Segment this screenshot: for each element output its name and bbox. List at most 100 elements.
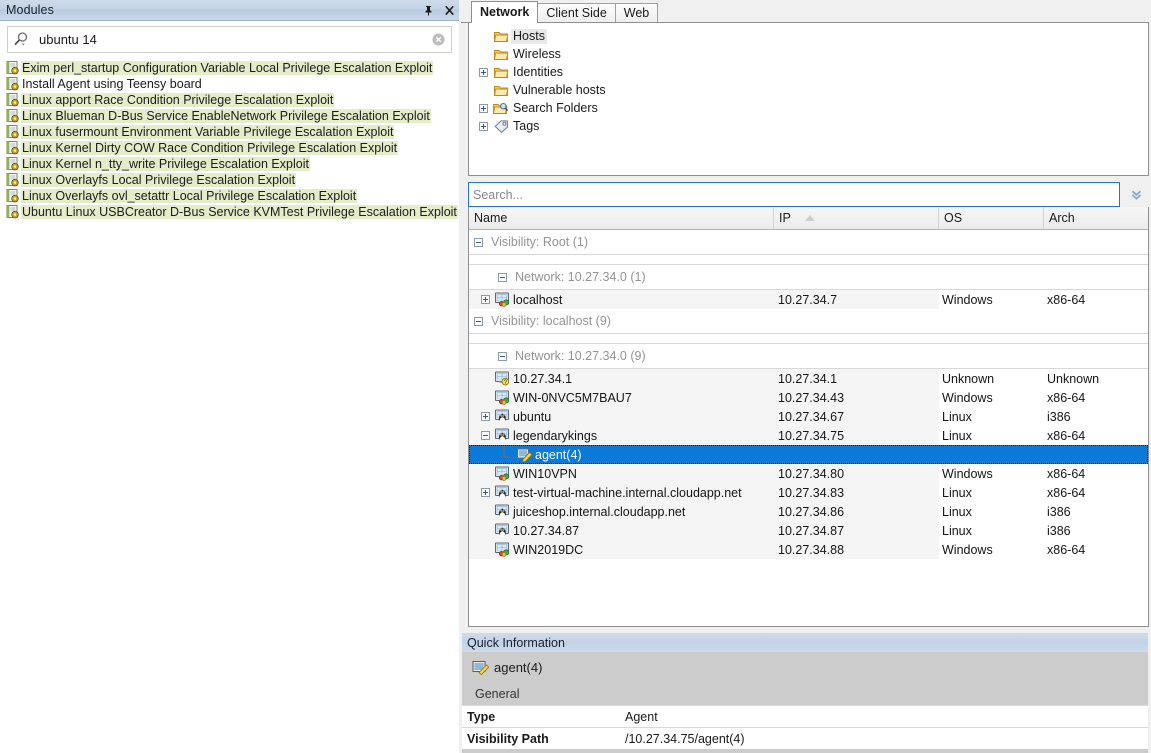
expand-icon[interactable] xyxy=(480,488,490,497)
agent-icon xyxy=(472,660,494,675)
module-list-item[interactable]: Exim perl_startup Configuration Variable… xyxy=(4,60,455,76)
tab-network[interactable]: Network xyxy=(471,1,539,23)
row-expander[interactable] xyxy=(477,295,493,304)
row-expander[interactable] xyxy=(477,488,493,497)
table-row[interactable]: agent(4) xyxy=(469,445,1148,464)
table-row[interactable]: WIN10VPN 10.27.34.80 Windows x86-64 xyxy=(469,464,1148,483)
tabstrip-filler xyxy=(657,1,1149,23)
tree-expander xyxy=(475,27,491,45)
cell-ip: 10.27.34.80 xyxy=(774,464,939,483)
tree-expander[interactable] xyxy=(475,117,491,135)
quick-information-section-label: General xyxy=(475,686,520,701)
table-row[interactable]: juiceshop.internal.cloudapp.net 10.27.34.… xyxy=(469,502,1148,521)
table-group-header[interactable]: Visibility: Root (1) xyxy=(469,230,1148,255)
tree-item-tags[interactable]: Tags xyxy=(469,117,1148,135)
module-icon xyxy=(4,140,21,156)
group-spacer xyxy=(469,334,1148,344)
module-search-input[interactable]: ubuntu 14 xyxy=(34,28,425,51)
linux-host-icon xyxy=(493,523,513,538)
modules-panel: Modules ubuntu 14 Exim perl_startup Conf… xyxy=(0,0,459,753)
row-expander[interactable] xyxy=(477,431,493,440)
column-header-os[interactable]: OS xyxy=(939,207,1044,229)
modules-panel-title: Modules xyxy=(6,3,54,17)
cell-os: Linux xyxy=(939,426,1044,445)
tab-web[interactable]: Web xyxy=(614,3,659,23)
group-collapse-icon[interactable] xyxy=(474,237,483,247)
row-name-label: agent(4) xyxy=(535,447,582,462)
search-icon[interactable] xyxy=(8,28,34,51)
cell-name: test-virtual-machine.internal.cloudapp.n… xyxy=(469,483,774,502)
windows-host-icon xyxy=(495,542,511,557)
table-subgroup-header[interactable]: Network: 10.27.34.0 (9) xyxy=(469,344,1148,369)
column-header-arch-label: Arch xyxy=(1049,211,1075,225)
table-row[interactable]: WIN-0NVC5M7BAU7 10.27.34.43 Windows x86-64 xyxy=(469,388,1148,407)
module-search-box[interactable]: ubuntu 14 xyxy=(7,26,452,53)
close-icon[interactable] xyxy=(443,4,455,16)
table-group-header[interactable]: Visibility: localhost (9) xyxy=(469,309,1148,334)
svg-text:?: ? xyxy=(504,379,508,386)
windows-host-icon xyxy=(493,292,513,307)
tree-item-vulnerable-hosts[interactable]: Vulnerable hosts xyxy=(469,81,1148,99)
module-list-item[interactable]: Linux Blueman D-Bus Service EnableNetwor… xyxy=(4,108,455,124)
module-list-item[interactable]: Linux Overlayfs Local Privilege Escalati… xyxy=(4,172,455,188)
table-row[interactable]: 10.27.34.87 10.27.34.87 Linux i386 xyxy=(469,521,1148,540)
column-header-ip[interactable]: IP xyxy=(774,207,939,229)
expand-icon[interactable] xyxy=(478,121,488,131)
cell-arch: x86-64 xyxy=(1044,388,1148,407)
linux-host-icon xyxy=(495,504,511,519)
subgroup-collapse-icon[interactable] xyxy=(498,351,507,361)
module-list-item-label: Ubuntu Linux USBCreator D-Bus Service KV… xyxy=(21,205,458,219)
expand-icon[interactable] xyxy=(480,412,490,421)
group-collapse-icon[interactable] xyxy=(474,316,483,326)
expand-icon[interactable] xyxy=(478,67,488,77)
cell-name: legendarykings xyxy=(469,426,774,445)
clear-icon[interactable] xyxy=(425,33,451,46)
tree-connector-icon xyxy=(499,446,515,463)
expand-icon[interactable] xyxy=(478,103,488,113)
table-row[interactable]: ubuntu 10.27.34.67 Linux i386 xyxy=(469,407,1148,426)
module-list-item[interactable]: Linux Kernel Dirty COW Race Condition Pr… xyxy=(4,140,455,156)
row-name-label: 10.27.34.1 xyxy=(513,371,573,386)
module-list-item[interactable]: Linux Overlayfs ovl_setattr Local Privil… xyxy=(4,188,455,204)
module-list-item[interactable]: Ubuntu Linux USBCreator D-Bus Service KV… xyxy=(4,204,458,220)
tree-expander[interactable] xyxy=(475,99,491,117)
tree-item-hosts[interactable]: Hosts xyxy=(469,27,1148,45)
collapse-icon[interactable] xyxy=(480,431,490,440)
table-row[interactable]: ? 10.27.34.1 10.27.34.1 Unknown Unknown xyxy=(469,369,1148,388)
module-icon xyxy=(4,156,21,172)
table-row[interactable]: legendarykings 10.27.34.75 Linux x86-64 xyxy=(469,426,1148,445)
module-list-item[interactable]: Linux apport Race Condition Privilege Es… xyxy=(4,92,455,108)
module-list-item-label: Exim perl_startup Configuration Variable… xyxy=(21,61,434,75)
expand-icon[interactable] xyxy=(480,295,490,304)
table-row[interactable]: WIN2019DC 10.27.34.88 Windows x86-64 xyxy=(469,540,1148,559)
group-spacer xyxy=(469,255,1148,265)
pin-icon[interactable] xyxy=(422,4,434,16)
chevron-double-down-icon[interactable] xyxy=(1123,182,1149,207)
column-header-arch[interactable]: Arch xyxy=(1044,207,1148,229)
row-name-label: 10.27.34.87 xyxy=(513,523,580,538)
host-table: Name IP OS Arch Visibility: Root (1) Netw… xyxy=(468,207,1149,627)
table-subgroup-header[interactable]: Network: 10.27.34.0 (1) xyxy=(469,265,1148,290)
cell-ip: 10.27.34.88 xyxy=(774,540,939,559)
cell-ip: 10.27.34.43 xyxy=(774,388,939,407)
tree-expander xyxy=(475,45,491,63)
tab-client-side[interactable]: Client Side xyxy=(537,3,616,23)
module-list-item[interactable]: Install Agent using Teensy board xyxy=(4,76,455,92)
column-header-os-label: OS xyxy=(944,211,963,225)
tree-expander[interactable] xyxy=(475,63,491,81)
column-header-name[interactable]: Name xyxy=(469,207,774,229)
module-list-item[interactable]: Linux Kernel n_tty_write Privilege Escal… xyxy=(4,156,455,172)
tree-item-search-folders[interactable]: Search Folders xyxy=(469,99,1148,117)
tree-item-identities[interactable]: Identities xyxy=(469,63,1148,81)
folder-icon xyxy=(491,45,511,63)
host-search-input[interactable]: Search... xyxy=(468,182,1120,207)
module-icon xyxy=(6,125,20,139)
tree-expander xyxy=(475,81,491,99)
table-row[interactable]: localhost 10.27.34.7 Windows x86-64 xyxy=(469,290,1148,309)
module-list-item[interactable]: Linux fusermount Environment Variable Pr… xyxy=(4,124,455,140)
table-row[interactable]: test-virtual-machine.internal.cloudapp.n… xyxy=(469,483,1148,502)
subgroup-collapse-icon[interactable] xyxy=(498,272,507,282)
row-expander[interactable] xyxy=(477,412,493,421)
tree-item-wireless[interactable]: Wireless xyxy=(469,45,1148,63)
quick-information-title: Quick Information xyxy=(467,635,565,650)
